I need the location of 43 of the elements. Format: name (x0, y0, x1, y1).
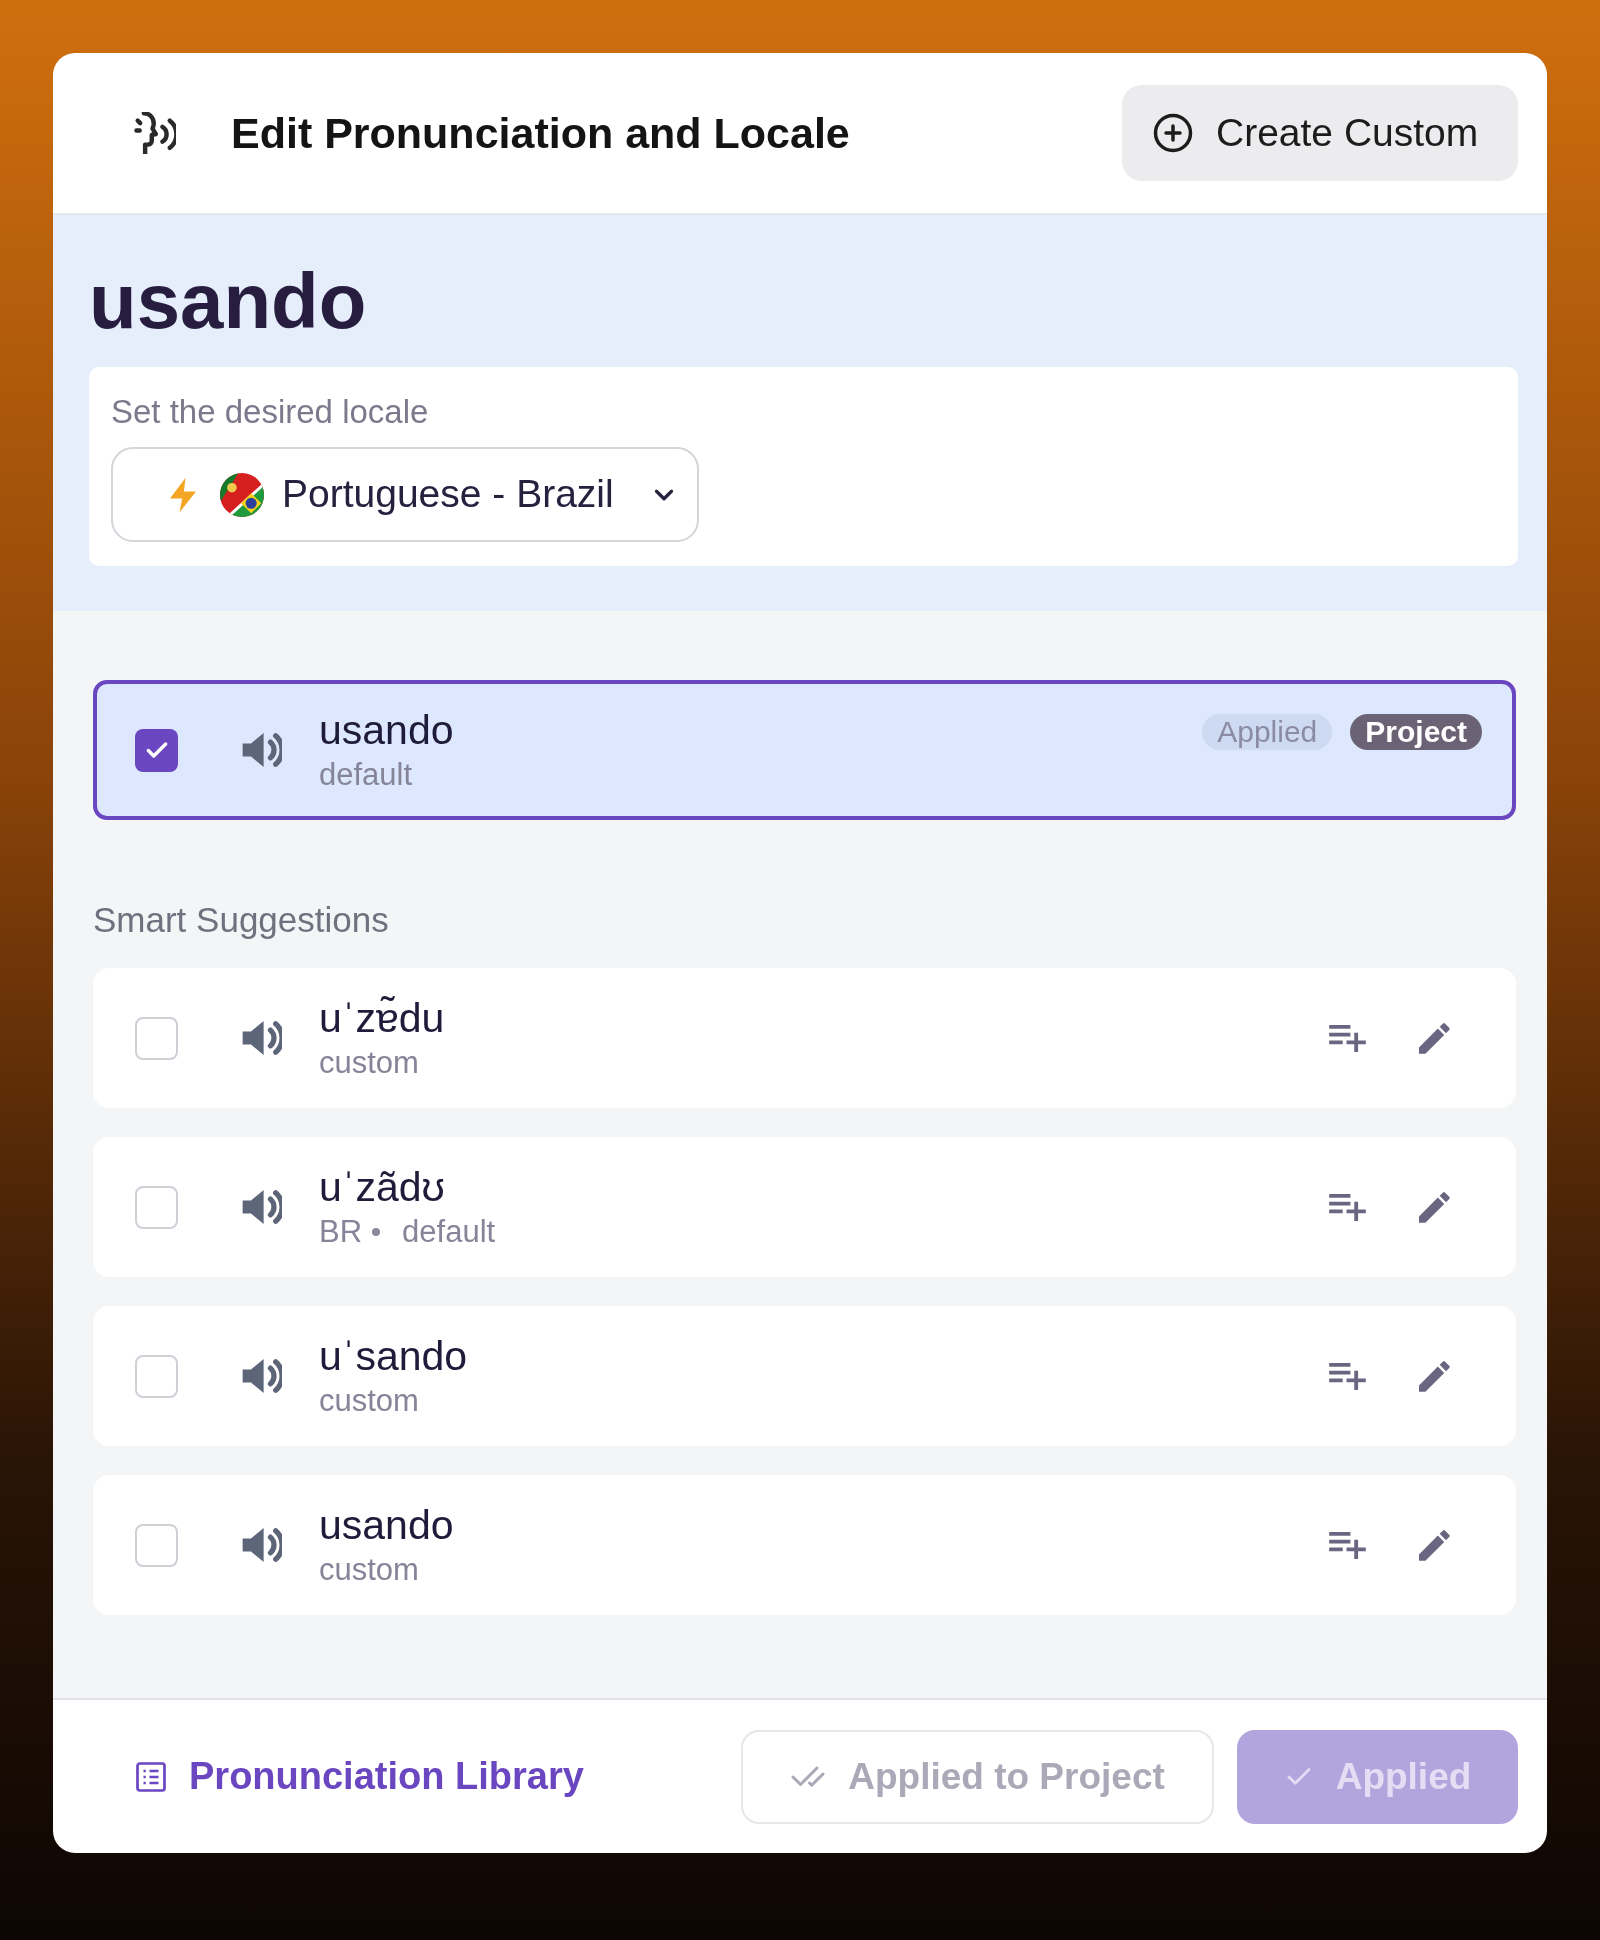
plus-circle-icon (1152, 112, 1194, 154)
flag-icon (220, 472, 264, 517)
checkbox[interactable] (135, 1185, 178, 1229)
playlist-add-icon[interactable] (1329, 1362, 1366, 1390)
pencil-icon[interactable] (1419, 1191, 1450, 1223)
badge-label: Applied (1202, 714, 1333, 750)
speaking-head-icon (134, 112, 176, 154)
pronunciation-text: uˈsando (319, 1332, 468, 1380)
suggestion-row[interactable]: uˈsando custom (93, 1306, 1516, 1446)
word-heading: usando (89, 261, 367, 341)
create-custom-button[interactable]: Create Custom (1122, 85, 1518, 181)
section-heading: Smart Suggestions (93, 900, 389, 940)
locale-dropdown[interactable]: Portuguese - Brazil (111, 447, 699, 542)
checkbox[interactable] (135, 1523, 178, 1567)
locale-label: Set the desired locale (111, 393, 429, 431)
pronunciation-tag: custom (319, 1382, 419, 1420)
dot-separator-icon (372, 1228, 381, 1236)
checkbox[interactable] (135, 1016, 178, 1060)
pronunciation-text: uˈzãdʊ (319, 1163, 446, 1211)
pronunciation-library-link[interactable]: Pronunciation Library (136, 1748, 584, 1805)
pencil-icon[interactable] (1419, 1360, 1450, 1392)
playlist-add-icon[interactable] (1329, 1024, 1366, 1052)
badge-label: Project (1350, 714, 1482, 750)
pronunciation-tag: custom (319, 1551, 419, 1589)
suggestion-row[interactable]: uˈzɐ̃du custom (93, 968, 1516, 1108)
pencil-icon[interactable] (1419, 1529, 1450, 1561)
applied-pronunciation-row[interactable]: usando default Applied Project (93, 680, 1516, 820)
list-icon (136, 1761, 166, 1792)
checkbox[interactable] (135, 1354, 178, 1398)
pronunciation-tag: default (402, 1213, 496, 1251)
pronunciation-tag: default (319, 756, 413, 794)
pronunciation-text: usando (319, 706, 454, 754)
pronunciation-tag: BR (319, 1213, 363, 1251)
pronunciation-text: usando (319, 1501, 454, 1549)
pencil-icon[interactable] (1419, 1022, 1450, 1054)
pronunciation-tag: custom (319, 1044, 419, 1082)
suggestion-row[interactable]: uˈzãdʊ BR default (93, 1137, 1516, 1277)
playlist-add-icon[interactable] (1329, 1193, 1366, 1221)
playlist-add-icon[interactable] (1329, 1531, 1366, 1559)
suggestion-row[interactable]: usando custom (93, 1475, 1516, 1615)
dialog-title: Edit Pronunciation and Locale (231, 107, 850, 159)
pronunciation-text: uˈzɐ̃du (319, 994, 445, 1042)
checkbox[interactable] (135, 728, 178, 772)
